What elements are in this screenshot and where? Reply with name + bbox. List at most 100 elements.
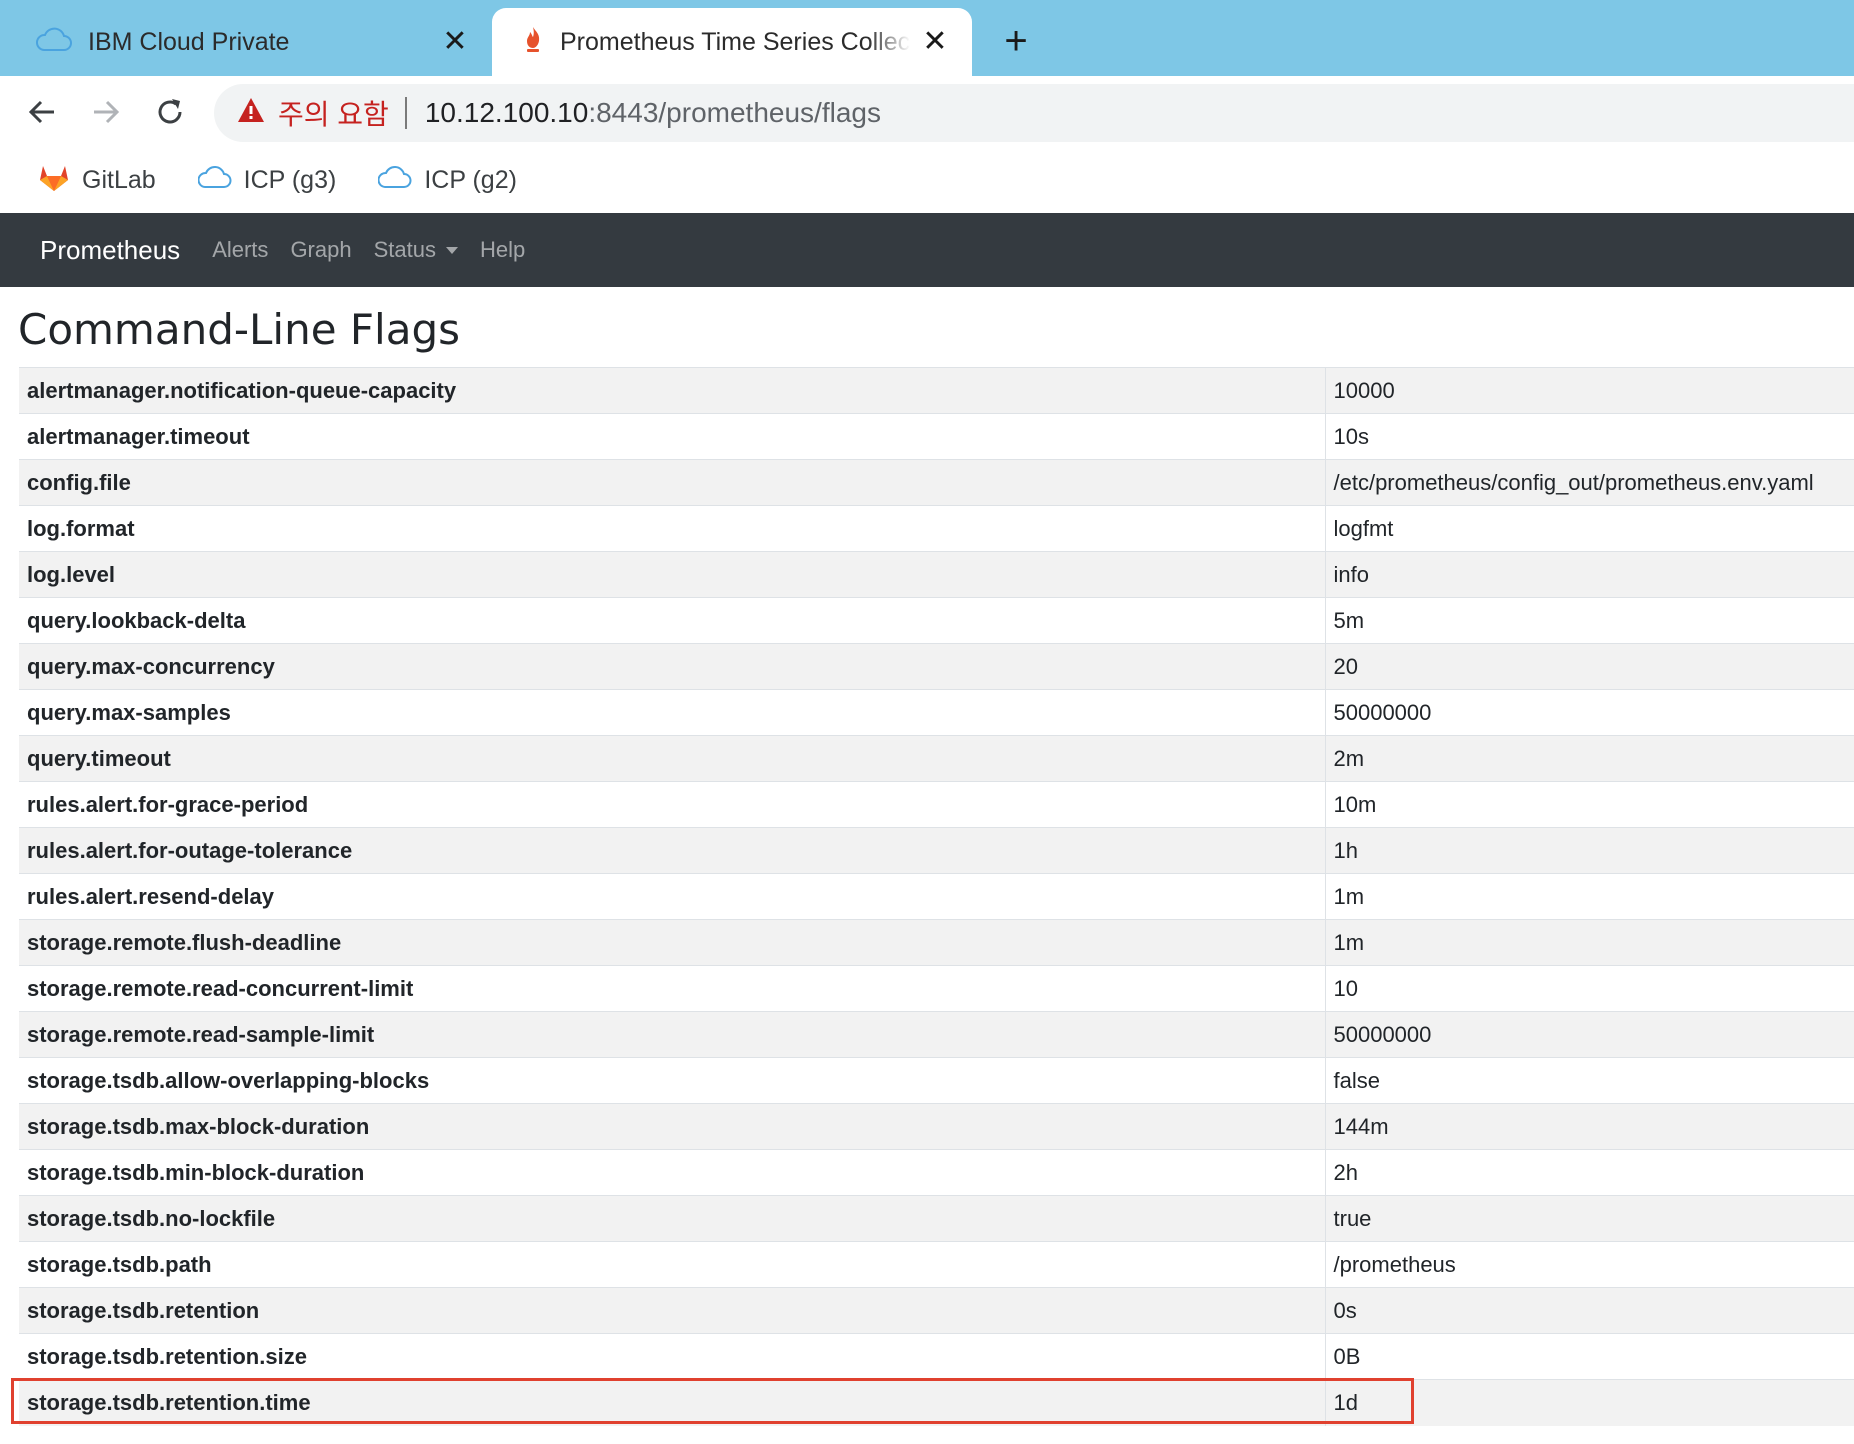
flag-value: 50000000	[1325, 1011, 1854, 1058]
cloud-icon	[36, 26, 72, 59]
flag-value: 1m	[1325, 873, 1854, 920]
bookmark-icp-g3[interactable]: ICP (g3)	[186, 164, 337, 197]
close-icon[interactable]: ✕	[920, 25, 950, 58]
flag-value: 1h	[1325, 827, 1854, 874]
flag-value: 0B	[1325, 1333, 1854, 1380]
caret-down-icon	[445, 246, 458, 254]
new-tab-button[interactable]: +	[996, 18, 1036, 64]
flag-value: 0s	[1325, 1287, 1854, 1334]
flag-name: config.file	[19, 459, 1326, 506]
page-title: Command-Line Flags	[18, 305, 461, 354]
flag-name: log.format	[19, 505, 1326, 552]
bookmarks-bar: GitLab ICP (g3) ICP (g2)	[0, 148, 1854, 212]
flag-name: query.max-concurrency	[19, 643, 1326, 690]
forward-button[interactable]	[84, 90, 128, 134]
nav-link-help[interactable]: Help	[480, 237, 525, 263]
flag-value: 10m	[1325, 781, 1854, 828]
flag-name: storage.tsdb.allow-overlapping-blocks	[19, 1057, 1326, 1104]
tab-prometheus[interactable]: Prometheus Time Series Collectio ✕	[492, 8, 972, 76]
bookmark-gitlab[interactable]: GitLab	[26, 162, 156, 199]
table-row: storage.remote.flush-deadline 1m	[19, 919, 1854, 966]
plus-icon: +	[1004, 18, 1028, 63]
table-row: storage.tsdb.retention.time 1d	[19, 1379, 1854, 1426]
flag-name: rules.alert.for-grace-period	[19, 781, 1326, 828]
flag-value: true	[1325, 1195, 1854, 1242]
table-row: rules.alert.resend-delay 1m	[19, 873, 1854, 920]
flag-value: info	[1325, 551, 1854, 598]
back-button[interactable]	[20, 90, 64, 134]
flag-value: 10000	[1325, 367, 1854, 414]
flag-name: storage.tsdb.min-block-duration	[19, 1149, 1326, 1196]
flag-value: 2m	[1325, 735, 1854, 782]
security-warning-label[interactable]: 주의 요함	[278, 93, 389, 133]
nav-link-label: Status	[373, 237, 436, 262]
navbar-brand[interactable]: Prometheus	[40, 235, 180, 266]
flag-value: 20	[1325, 643, 1854, 690]
flag-value: 50000000	[1325, 689, 1854, 736]
table-row: storage.remote.read-sample-limit 50000000	[19, 1011, 1854, 1058]
table-row: rules.alert.for-outage-tolerance 1h	[19, 827, 1854, 874]
flag-value: logfmt	[1325, 505, 1854, 552]
flags-table: alertmanager.notification-queue-capacity…	[19, 367, 1854, 1426]
browser-toolbar: 주의 요함 10.12.100.10:8443/prometheus/flags	[0, 76, 1854, 148]
flag-value: /etc/prometheus/config_out/prometheus.en…	[1325, 459, 1854, 506]
bookmark-label: ICP (g3)	[243, 165, 337, 194]
flag-name: rules.alert.resend-delay	[19, 873, 1326, 920]
flag-name: storage.remote.read-concurrent-limit	[19, 965, 1326, 1012]
table-row: storage.tsdb.retention.size 0B	[19, 1333, 1854, 1380]
table-row: storage.tsdb.no-lockfile true	[19, 1195, 1854, 1242]
flag-value: 10	[1325, 965, 1854, 1012]
table-row: config.file/etc/prometheus/config_out/pr…	[19, 459, 1854, 506]
arrow-right-icon	[94, 100, 120, 124]
reload-icon	[158, 99, 182, 124]
flag-name: storage.tsdb.retention.size	[19, 1333, 1326, 1380]
table-row: alertmanager.notification-queue-capacity…	[19, 367, 1854, 414]
table-row: log.format logfmt	[19, 505, 1854, 552]
flag-value: 2h	[1325, 1149, 1854, 1196]
address-bar[interactable]: 주의 요함 10.12.100.10:8443/prometheus/flags	[214, 84, 1854, 142]
flag-value: 5m	[1325, 597, 1854, 644]
flag-name: alertmanager.notification-queue-capacity	[19, 367, 1326, 414]
reload-button[interactable]	[148, 90, 192, 134]
table-row: rules.alert.for-grace-period 10m	[19, 781, 1854, 828]
tab-title: IBM Cloud Private	[88, 27, 290, 56]
flag-name: log.level	[19, 551, 1326, 598]
flag-value: 1d	[1325, 1379, 1854, 1426]
nav-link-status[interactable]: Status	[374, 237, 458, 263]
prometheus-flame-icon	[522, 25, 544, 60]
divider	[404, 97, 407, 129]
flag-value: 144m	[1325, 1103, 1854, 1150]
table-row: alertmanager.timeout 10s	[19, 413, 1854, 460]
close-icon[interactable]: ✕	[440, 25, 470, 58]
flag-name: rules.alert.for-outage-tolerance	[19, 827, 1326, 874]
gitlab-icon	[38, 162, 70, 199]
flag-name: storage.tsdb.retention.time	[19, 1379, 1326, 1426]
cloud-icon	[197, 164, 232, 197]
url-path: :8443/prometheus/flags	[588, 97, 881, 128]
table-row: storage.tsdb.path/prometheus	[19, 1241, 1854, 1288]
flag-value: 10s	[1325, 413, 1854, 460]
prometheus-navbar: Prometheus Alerts Graph Status Help	[0, 213, 1854, 287]
flag-name: storage.tsdb.retention	[19, 1287, 1326, 1334]
tab-ibm-cloud-private[interactable]: IBM Cloud Private ✕	[0, 8, 492, 76]
warning-icon	[236, 96, 266, 131]
bookmark-label: GitLab	[82, 165, 156, 194]
table-row: storage.tsdb.max-block-duration 144m	[19, 1103, 1854, 1150]
flag-name: storage.tsdb.no-lockfile	[19, 1195, 1326, 1242]
table-row: query.max-concurrency 20	[19, 643, 1854, 690]
table-row: storage.tsdb.min-block-duration 2h	[19, 1149, 1854, 1196]
nav-link-graph[interactable]: Graph	[290, 237, 351, 263]
flag-value: 1m	[1325, 919, 1854, 966]
flag-name: storage.tsdb.max-block-duration	[19, 1103, 1326, 1150]
flag-name: storage.remote.flush-deadline	[19, 919, 1326, 966]
bookmark-icp-g2[interactable]: ICP (g2)	[366, 164, 517, 197]
table-row: storage.tsdb.retention 0s	[19, 1287, 1854, 1334]
table-row: query.lookback-delta 5m	[19, 597, 1854, 644]
bookmark-label: ICP (g2)	[424, 165, 517, 194]
table-row: query.max-samples 50000000	[19, 689, 1854, 736]
url-host: 10.12.100.10	[424, 97, 589, 128]
flag-name: storage.tsdb.path	[19, 1241, 1326, 1288]
flag-value: /prometheus	[1325, 1241, 1854, 1288]
flag-name: query.max-samples	[19, 689, 1326, 736]
nav-link-alerts[interactable]: Alerts	[212, 237, 268, 263]
